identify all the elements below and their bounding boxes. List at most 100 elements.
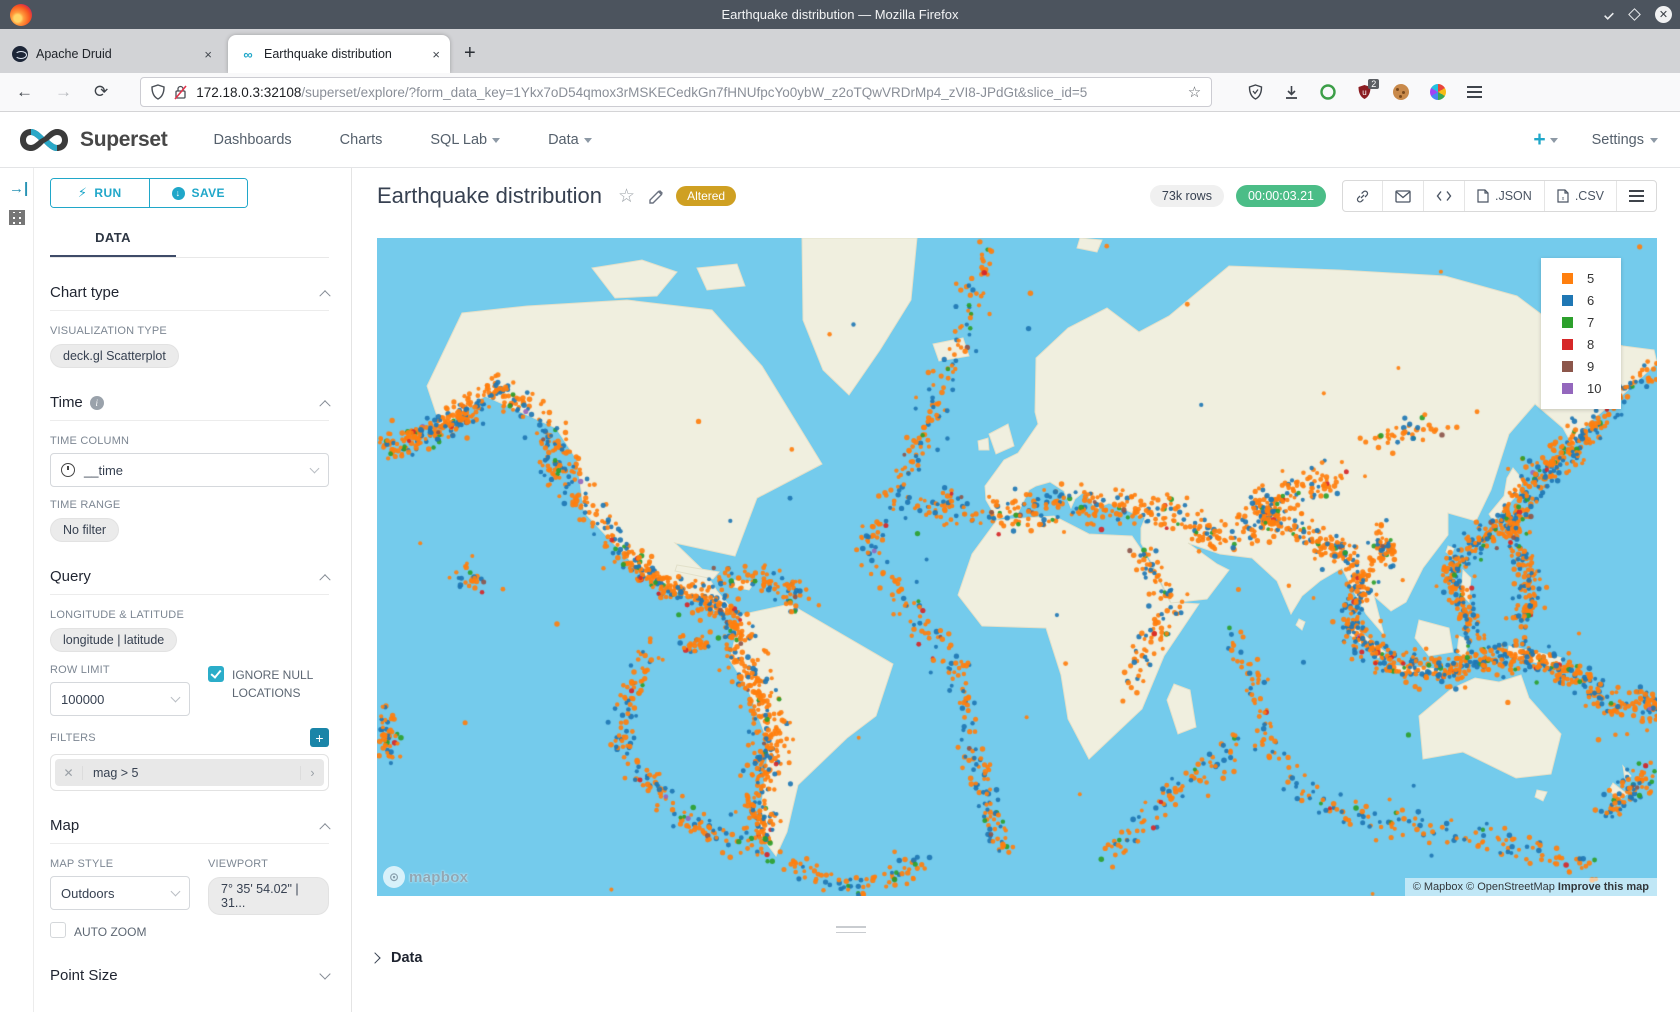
- improve-map-link[interactable]: Improve this map: [1558, 881, 1649, 893]
- nav-data[interactable]: Data: [548, 132, 592, 148]
- tab-close-icon[interactable]: ×: [432, 47, 440, 62]
- legend-label: 9: [1587, 359, 1594, 374]
- tracking-protection-shield-icon[interactable]: [151, 84, 165, 100]
- insecure-lock-icon[interactable]: [174, 85, 187, 100]
- viz-type-label: VISUALIZATION TYPE: [50, 325, 329, 337]
- section-query[interactable]: Query: [50, 568, 329, 595]
- section-time[interactable]: Timei: [50, 394, 329, 421]
- settings-menu[interactable]: Settings: [1592, 132, 1658, 148]
- email-button[interactable]: [1382, 181, 1423, 211]
- window-maximize-icon[interactable]: [1628, 8, 1641, 21]
- export-json-button[interactable]: .JSON: [1464, 181, 1544, 211]
- legend-row[interactable]: 9: [1562, 359, 1621, 374]
- time-column-select[interactable]: __time: [50, 453, 329, 487]
- expand-filter-icon[interactable]: ›: [300, 766, 324, 780]
- chevron-up-icon: [319, 823, 330, 834]
- filter-expression[interactable]: mag > 5: [83, 766, 300, 780]
- legend-row[interactable]: 8: [1562, 337, 1621, 352]
- time-range-value[interactable]: No filter: [50, 518, 119, 542]
- altered-badge: Altered: [676, 186, 736, 206]
- attribution-text: © Mapbox © OpenStreetMap: [1413, 881, 1558, 893]
- menu-hamburger-icon[interactable]: [1467, 86, 1482, 98]
- privacy-extension-icon[interactable]: [1320, 84, 1336, 100]
- auto-zoom-row[interactable]: AUTO ZOOM: [50, 922, 190, 941]
- legend-row[interactable]: 5: [1562, 271, 1621, 286]
- chevron-up-icon: [319, 400, 330, 411]
- download-icon[interactable]: [1284, 85, 1299, 100]
- viz-type-value[interactable]: deck.gl Scatterplot: [50, 344, 179, 368]
- legend-row[interactable]: 10: [1562, 381, 1621, 396]
- mapbox-logo[interactable]: ⊙ mapbox: [383, 866, 468, 888]
- section-map[interactable]: Map: [50, 817, 329, 844]
- bookmark-star-icon[interactable]: ☆: [1188, 83, 1201, 101]
- dataset-grid-icon[interactable]: [9, 210, 25, 225]
- info-icon: i: [90, 396, 104, 410]
- legend-row[interactable]: 7: [1562, 315, 1621, 330]
- lightning-icon: ⚡: [78, 185, 88, 201]
- mapbox-logo-text: mapbox: [409, 869, 468, 886]
- reload-button[interactable]: ⟳: [94, 82, 108, 102]
- legend-label: 6: [1587, 293, 1594, 308]
- ignore-null-checkbox-row[interactable]: IGNORE NULL LOCATIONS: [208, 666, 329, 702]
- superset-logo[interactable]: Superset: [16, 125, 167, 155]
- chevron-down-icon: [171, 887, 181, 897]
- forward-button[interactable]: →: [55, 82, 72, 102]
- back-button[interactable]: ←: [16, 82, 33, 102]
- tab-apache-druid[interactable]: Apache Druid ×: [0, 35, 222, 73]
- pocket-shield-icon[interactable]: [1248, 84, 1263, 100]
- lonlat-value[interactable]: longitude | latitude: [50, 628, 177, 652]
- superset-navbar: Superset Dashboards Charts SQL Lab Data …: [0, 112, 1680, 168]
- control-tabs: DATA: [50, 222, 329, 258]
- viewport-label: VIEWPORT: [208, 858, 329, 870]
- new-tab-button[interactable]: +: [464, 42, 476, 65]
- viewport-value[interactable]: 7° 35' 54.02" | 31...: [208, 877, 329, 915]
- nav-dashboards[interactable]: Dashboards: [213, 132, 291, 148]
- window-minimize-icon[interactable]: [1604, 9, 1614, 19]
- row-limit-select[interactable]: 100000: [50, 682, 190, 716]
- brand-name: Superset: [80, 128, 167, 152]
- window-close-icon[interactable]: ✕: [1655, 6, 1672, 23]
- ublock-origin-icon[interactable]: u 2: [1357, 84, 1372, 100]
- url-bar[interactable]: 172.18.0.3:32108/superset/explore/?form_…: [140, 77, 1212, 107]
- colorful-extension-icon[interactable]: [1430, 84, 1446, 100]
- add-filter-button[interactable]: +: [310, 728, 329, 747]
- legend-label: 5: [1587, 271, 1594, 286]
- section-point-size[interactable]: Point Size: [50, 967, 329, 993]
- dataset-icon-strip: →|: [0, 168, 34, 1012]
- legend-swatch-icon: [1562, 383, 1573, 394]
- map-style-select[interactable]: Outdoors: [50, 876, 190, 910]
- cookie-extension-icon[interactable]: [1393, 84, 1409, 100]
- nav-charts[interactable]: Charts: [340, 132, 383, 148]
- tab-data[interactable]: DATA: [50, 222, 176, 257]
- earthquake-dots-layer: [377, 238, 1657, 896]
- deckgl-scatterplot-map[interactable]: 5 6 7 8 9 10 ⊙ mapbox © Mapbox © OpenStreetMa…: [377, 238, 1657, 896]
- tab-close-icon[interactable]: ×: [204, 47, 212, 62]
- section-chart-type[interactable]: Chart type: [50, 284, 329, 311]
- tab-earthquake-distribution[interactable]: ∞ Earthquake distribution ×: [228, 35, 450, 73]
- url-text[interactable]: 172.18.0.3:32108/superset/explore/?form_…: [196, 85, 1188, 100]
- chart-panel: Earthquake distribution ☆ Altered 73k ro…: [353, 168, 1680, 1012]
- chevron-down-icon: [584, 138, 592, 143]
- more-options-button[interactable]: [1616, 181, 1656, 211]
- ignore-null-label: IGNORE NULL LOCATIONS: [232, 666, 329, 702]
- add-new-button[interactable]: +: [1533, 128, 1557, 152]
- embed-code-button[interactable]: [1423, 181, 1464, 211]
- panel-resize-handle[interactable]: [836, 926, 866, 937]
- auto-zoom-checkbox[interactable]: [50, 922, 66, 938]
- run-button[interactable]: ⚡RUN: [51, 179, 149, 207]
- save-icon: ↓: [172, 187, 185, 200]
- remove-filter-icon[interactable]: ✕: [55, 766, 83, 780]
- favorite-star-icon[interactable]: ☆: [618, 185, 635, 208]
- export-csv-button[interactable]: x.CSV: [1544, 181, 1616, 211]
- copy-link-button[interactable]: [1343, 181, 1382, 211]
- save-button[interactable]: ↓SAVE: [149, 179, 248, 207]
- ignore-null-checkbox[interactable]: [208, 666, 224, 682]
- expand-dataset-panel-icon[interactable]: →|: [9, 180, 28, 197]
- legend-row[interactable]: 6: [1562, 293, 1621, 308]
- data-panel-expander[interactable]: Data: [371, 950, 422, 966]
- edit-properties-icon[interactable]: [649, 189, 664, 204]
- time-column-label: TIME COLUMN: [50, 435, 329, 447]
- filter-chip[interactable]: ✕ mag > 5 ›: [55, 759, 324, 786]
- explore-control-panel: ⚡RUN ↓SAVE DATA Chart type VISUALIZATION…: [34, 168, 352, 1012]
- nav-sql-lab[interactable]: SQL Lab: [430, 132, 500, 148]
